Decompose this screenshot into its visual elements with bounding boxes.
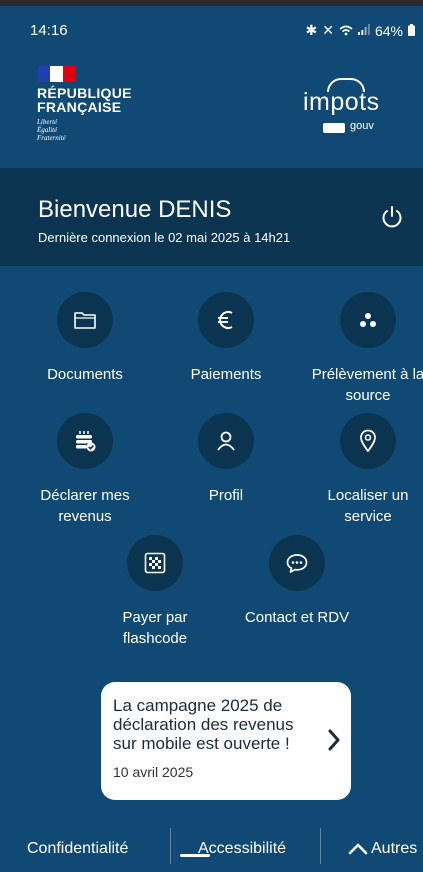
others-label: Autres <box>371 840 418 857</box>
footer-divider <box>170 828 171 864</box>
republic-motto: Liberté Égalité Fraternité <box>37 118 66 142</box>
declaration-icon <box>76 431 96 452</box>
privacy-link[interactable]: Confidentialité <box>27 840 128 858</box>
welcome-band: Bienvenue DENIS Dernière connexion le 02… <box>0 168 423 266</box>
tile-circle <box>269 535 325 591</box>
mute-icon: ✕ <box>322 22 334 38</box>
euro-icon <box>218 311 233 329</box>
home-indicator <box>180 854 210 857</box>
news-card[interactable]: La campagne 2025 de déclaration des reve… <box>101 682 351 800</box>
user-icon <box>217 431 235 451</box>
news-date: 10 avril 2025 <box>113 764 194 780</box>
footer-links: Confidentialité Accessibilité Autres <box>0 828 423 872</box>
tile-label: Payer par flashcode <box>122 609 188 647</box>
accessibility-link[interactable]: Accessibilité <box>198 840 286 858</box>
signal-icon <box>357 23 370 38</box>
republique-francaise-logo: RÉPUBLIQUE FRANÇAISE <box>37 86 132 114</box>
tile-profil[interactable]: Profil <box>161 413 291 506</box>
tile-label: Documents <box>47 366 123 383</box>
bluetooth-icon: ✱ <box>305 22 318 38</box>
dots-icon <box>360 313 376 327</box>
tile-circle <box>340 292 396 348</box>
chat-icon <box>286 554 308 573</box>
last-login-text: Dernière connexion le 02 mai 2025 à 14h2… <box>38 230 291 245</box>
chevron-right-icon <box>328 729 340 751</box>
status-bar: 14:16 ✱ ✕ 64% <box>0 6 423 56</box>
tile-circle <box>57 413 113 469</box>
tile-circle <box>127 535 183 591</box>
francaise-text: FRANÇAISE <box>37 99 122 115</box>
tile-contact[interactable]: Contact et RDV <box>232 535 362 628</box>
location-pin-icon <box>360 429 376 453</box>
tile-flashcode[interactable]: Payer par flashcode <box>90 535 220 649</box>
motto-fraternite: Fraternité <box>37 134 66 142</box>
logout-button[interactable] <box>379 204 405 230</box>
republique-text: RÉPUBLIQUE <box>37 85 132 101</box>
power-icon <box>382 206 402 228</box>
tile-circle <box>57 292 113 348</box>
logo-gouv: gouv <box>350 120 374 132</box>
status-time: 14:16 <box>30 22 68 39</box>
tile-circle <box>198 292 254 348</box>
status-icons: ✱ ✕ 64% <box>305 22 415 39</box>
tile-label: Déclarer mes revenus <box>40 487 130 525</box>
tile-label: Profil <box>208 487 244 504</box>
chevron-up-icon <box>348 843 368 855</box>
footer-divider <box>320 828 321 864</box>
news-message: La campagne 2025 de déclaration des reve… <box>113 696 294 753</box>
tile-label: Paiements <box>190 366 262 383</box>
battery-icon <box>408 23 415 39</box>
tile-documents[interactable]: Documents <box>20 292 150 385</box>
wifi-icon <box>339 23 353 39</box>
tile-label: Localiser un service <box>327 487 409 525</box>
impots-gouv-logo: impots gouv <box>303 78 395 138</box>
tile-paiements[interactable]: Paiements <box>161 292 291 385</box>
motto-egalite: Égalité <box>37 126 58 134</box>
others-menu[interactable]: Autres <box>348 840 417 858</box>
folder-icon <box>74 312 96 329</box>
welcome-title: Bienvenue DENIS <box>38 196 232 223</box>
tile-localiser[interactable]: Localiser un service <box>303 413 423 527</box>
tile-circle <box>198 413 254 469</box>
marianne-flag-logo <box>38 66 76 82</box>
tile-label: Contact et RDV <box>244 609 350 626</box>
battery-level: 64% <box>374 22 403 39</box>
tile-declarer[interactable]: Déclarer mes revenus <box>20 413 150 527</box>
qr-code-icon <box>144 552 166 574</box>
logo-ticket-icon <box>323 123 345 133</box>
tile-prelevement[interactable]: Prélèvement à la source <box>303 292 423 406</box>
logo-word: impots <box>303 88 380 116</box>
app-header: RÉPUBLIQUE FRANÇAISE Liberté Égalité Fra… <box>0 56 423 168</box>
tile-label: Prélèvement à la source <box>311 366 423 404</box>
motto-liberte: Liberté <box>37 118 58 126</box>
tile-circle <box>340 413 396 469</box>
